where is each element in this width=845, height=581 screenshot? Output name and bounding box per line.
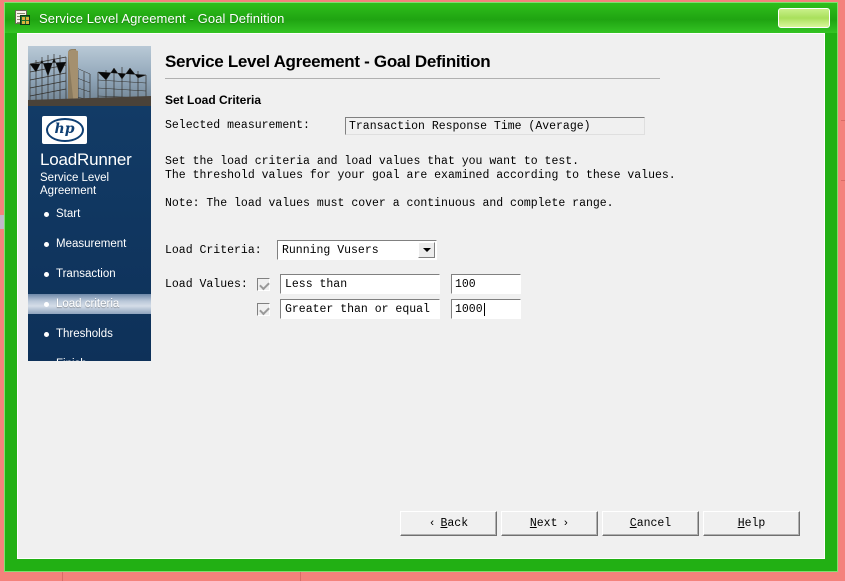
bullet-icon [44,241,49,247]
roller-coaster-image [28,46,151,106]
back-label-rest: ack [447,517,469,530]
load-value-input-2[interactable]: 1000 [451,299,521,319]
desktop-artifact [841,120,845,121]
next-label-rest: ext [536,517,558,530]
load-criteria-value: Running Vusers [282,243,379,257]
selected-measurement-row: Selected measurement: Transaction Respon… [165,117,812,135]
desktop-artifact [841,180,845,181]
selected-measurement-label: Selected measurement: [165,119,310,132]
help-button[interactable]: Help [703,511,800,536]
load-value-row: Greater than or equal t 1000 [257,299,521,319]
product-subtitle: Service Level Agreement [40,172,110,197]
cancel-accel: C [629,517,637,530]
sidebar-item-finish[interactable]: Finish [28,354,151,361]
back-button[interactable]: ‹ Back [400,511,497,536]
sidebar-item-label: Measurement [56,238,127,250]
load-criteria-label: Load Criteria: [165,243,262,257]
load-value-operator-label: Greater than or equal t [285,302,431,316]
application-window: Service Level Agreement - Goal Definitio… [4,2,838,572]
load-value-operator-2[interactable]: Greater than or equal t [280,299,440,319]
next-button[interactable]: Next › [501,511,598,536]
sidebar-item-label: Finish [56,358,87,361]
title-divider [165,78,660,79]
cancel-button[interactable]: Cancel [602,511,699,536]
selected-measurement-value: Transaction Response Time (Average) [345,117,645,135]
sidebar-item-label: Start [56,208,81,220]
title-bar[interactable]: Service Level Agreement - Goal Definitio… [5,3,837,33]
product-name: LoadRunner [40,150,132,169]
load-value-checkbox[interactable] [257,302,270,316]
hp-logo-text: hp [54,121,75,137]
load-value-operator-label: Less than [285,277,348,291]
product-branding: LoadRunner Service Level Agreement [40,150,140,198]
section-title: Set Load Criteria [165,93,262,107]
bullet-icon [44,271,49,277]
load-value-input-text: 1000 [455,302,483,316]
load-values-block: Load Values: Less than 100 Greater than … [165,274,812,319]
chevron-down-icon[interactable] [418,242,435,258]
sidebar-item-start[interactable]: Start [28,204,151,224]
next-accel: N [529,517,537,530]
sidebar-item-label: Thresholds [56,328,113,340]
chevron-down-icon[interactable] [431,300,439,318]
navigation-panel: hp LoadRunner Service Level Agreement St… [28,106,151,361]
bullet-icon [44,211,49,217]
content-area: Service Level Agreement - Goal Definitio… [165,46,812,546]
load-value-input-1[interactable]: 100 [451,274,521,294]
page-title: Service Level Agreement - Goal Definitio… [165,52,491,71]
load-value-checkbox[interactable] [257,277,270,291]
roller-coaster-photo [28,46,151,106]
window-control-button[interactable] [778,8,830,28]
help-accel: H [737,517,745,530]
sidebar-item-thresholds[interactable]: Thresholds [28,324,151,344]
wizard-step-list: Start Measurement Transaction Load crite… [28,204,151,361]
help-label-rest: elp [744,517,766,530]
load-value-operator-1[interactable]: Less than [280,274,440,294]
load-criteria-row: Load Criteria: Running Vusers [165,240,812,260]
sidebar-item-load-criteria[interactable]: Load criteria [28,294,151,314]
note-text: Note: The load values must cover a conti… [165,197,614,210]
cancel-label-rest: ancel [636,517,672,530]
text-caret [483,302,485,316]
window-title: Service Level Agreement - Goal Definitio… [39,10,285,26]
sidebar-item-measurement[interactable]: Measurement [28,234,151,254]
bullet-icon [44,331,49,337]
dialog-footer: ‹ Back Next › Cancel Help [165,511,812,536]
sidebar-item-transaction[interactable]: Transaction [28,264,151,284]
next-chevron-icon: › [562,517,570,530]
left-column: hp LoadRunner Service Level Agreement St… [28,46,151,361]
window-controls [778,8,830,28]
sidebar-item-label: Transaction [56,268,116,280]
load-values-label: Load Values: [165,278,248,291]
hp-logo: hp [42,116,87,144]
description-text: Set the load criteria and load values th… [165,155,676,182]
dialog-client-area: hp LoadRunner Service Level Agreement St… [17,33,825,559]
load-values-rows: Less than 100 Greater than or equal t 10… [257,274,521,319]
sidebar-item-label: Load criteria [56,298,120,310]
load-value-row: Less than 100 [257,274,521,294]
document-goal-icon [13,9,31,27]
back-chevron-icon: ‹ [428,517,436,530]
load-value-input-text: 100 [455,277,476,291]
load-criteria-dropdown[interactable]: Running Vusers [277,240,437,260]
bullet-icon [44,301,49,307]
